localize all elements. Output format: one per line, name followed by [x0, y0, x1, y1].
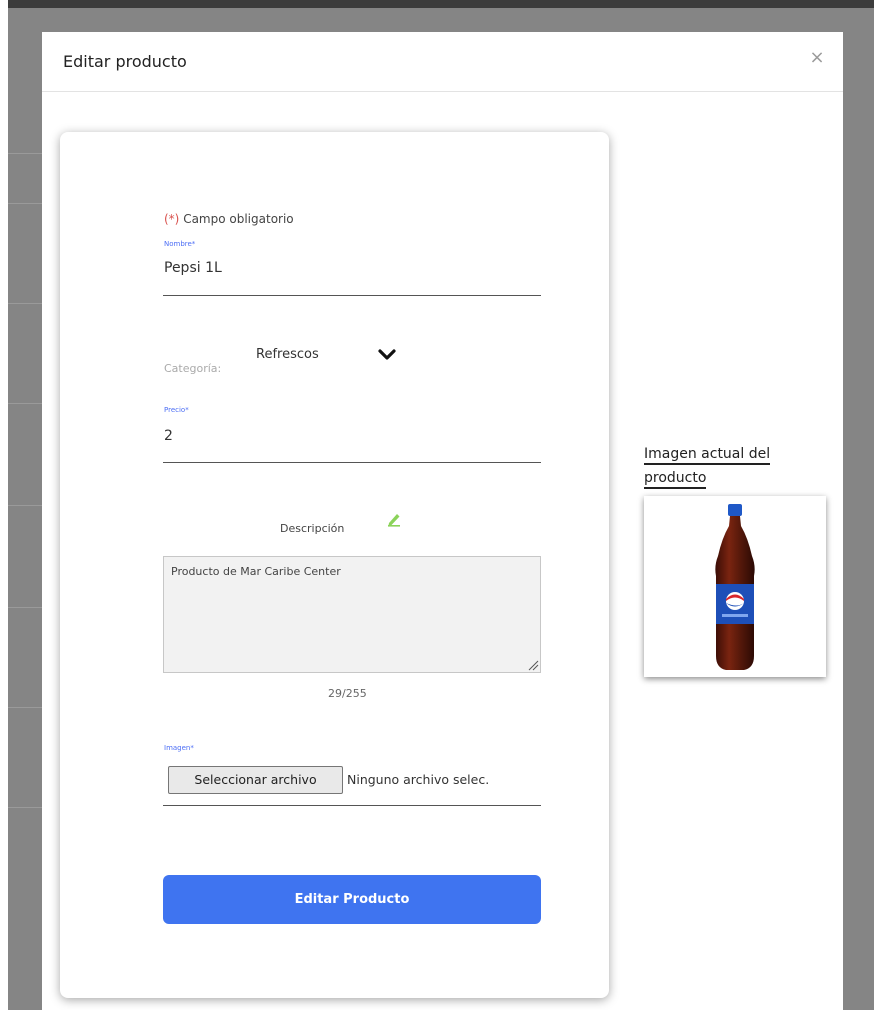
nombre-label: Nombre*: [164, 240, 196, 248]
descripcion-label: Descripción: [280, 522, 345, 535]
precio-label: Precio*: [164, 406, 189, 414]
edit-product-form: (*) Campo obligatorio Nombre* Pepsi 1L C…: [60, 132, 609, 998]
chevron-down-icon[interactable]: [378, 348, 396, 362]
background-topbar: [0, 0, 874, 8]
caption-line-1: Imagen actual del: [644, 446, 771, 465]
pencil-icon: [388, 514, 400, 527]
background-divider: [8, 203, 42, 204]
precio-underline: [163, 462, 541, 463]
edit-product-modal: Editar producto × (*) Campo obligatorio …: [42, 32, 843, 1010]
file-status-text: Ninguno archivo selec.: [347, 772, 490, 787]
current-image-caption: Imagen actual del producto: [644, 442, 814, 490]
modal-header: Editar producto ×: [42, 32, 843, 92]
product-image: [644, 496, 826, 677]
categoria-label: Categoría:: [164, 362, 222, 375]
imagen-label: Imagen*: [164, 744, 194, 752]
background-divider: [8, 403, 42, 404]
background-divider: [8, 505, 42, 506]
resize-handle-icon[interactable]: [527, 659, 539, 671]
precio-input[interactable]: 2: [164, 428, 173, 444]
select-file-button[interactable]: Seleccionar archivo: [168, 766, 343, 794]
imagen-underline: [163, 805, 541, 806]
modal-title: Editar producto: [63, 52, 187, 71]
background-divider: [8, 303, 42, 304]
nombre-input[interactable]: Pepsi 1L: [164, 260, 222, 276]
required-field-note: (*) Campo obligatorio: [164, 212, 294, 226]
caption-line-2: producto: [644, 470, 707, 489]
descripcion-textarea[interactable]: Producto de Mar Caribe Center: [163, 556, 541, 673]
character-counter: 29/255: [328, 687, 367, 700]
close-icon: ×: [809, 47, 825, 68]
background-divider: [8, 607, 42, 608]
background-divider: [8, 807, 42, 808]
nombre-underline: [163, 295, 541, 296]
background-divider: [8, 707, 42, 708]
background-left-edge: [0, 0, 8, 1010]
soda-bottle-icon: [715, 504, 755, 670]
required-mark: (*): [164, 212, 180, 226]
categoria-select[interactable]: Refrescos: [256, 347, 319, 362]
edit-product-button[interactable]: Editar Producto: [163, 875, 541, 924]
required-note-text: Campo obligatorio: [179, 212, 294, 226]
background-divider: [8, 153, 42, 154]
close-button[interactable]: ×: [807, 48, 827, 68]
